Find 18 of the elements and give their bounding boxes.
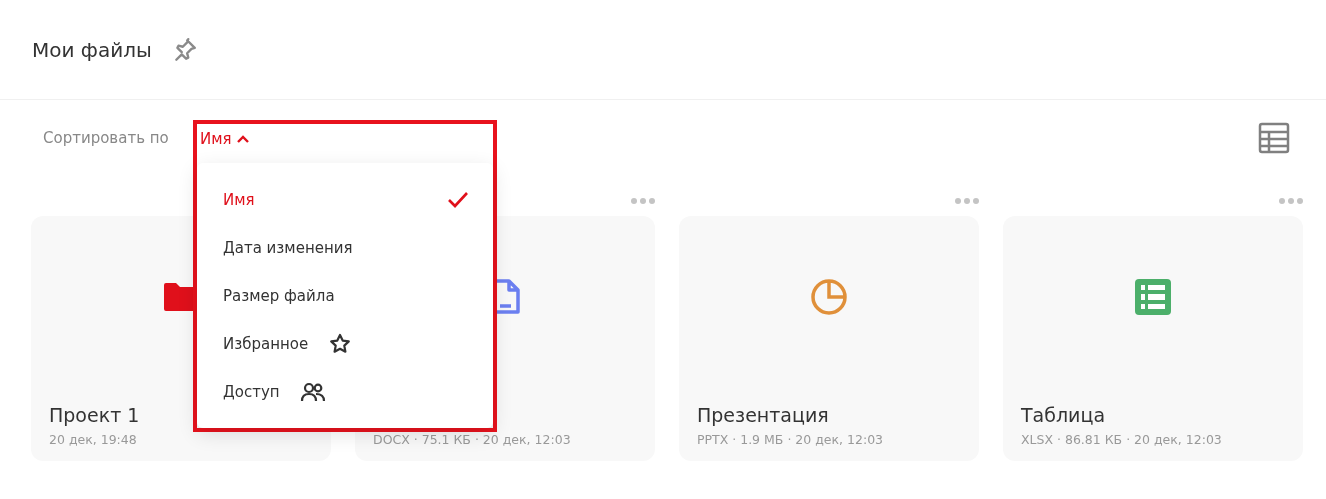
page-title: Мои файлы bbox=[32, 37, 152, 62]
table-view-icon[interactable] bbox=[1258, 122, 1290, 154]
file-card[interactable]: Презентация PPTX · 1.9 МБ · 20 дек, 12:03 bbox=[679, 216, 979, 461]
file-details: 20 дек, 19:48 bbox=[49, 432, 138, 447]
sort-label: Сортировать по bbox=[43, 129, 169, 147]
more-options-icon[interactable] bbox=[631, 198, 655, 204]
file-details: DOCX · 75.1 КБ · 20 дек, 12:03 bbox=[373, 432, 572, 447]
file-details: XLSX · 86.81 КБ · 20 дек, 12:03 bbox=[1021, 432, 1223, 447]
people-icon bbox=[299, 380, 326, 404]
check-icon bbox=[447, 191, 469, 209]
file-name: Таблица bbox=[1021, 404, 1107, 426]
file-name: Презентация bbox=[697, 404, 830, 426]
file-card[interactable]: Таблица XLSX · 86.81 КБ · 20 дек, 12:03 bbox=[1003, 216, 1303, 461]
more-options-icon[interactable] bbox=[1279, 198, 1303, 204]
file-details: PPTX · 1.9 МБ · 20 дек, 12:03 bbox=[697, 432, 885, 447]
star-icon bbox=[328, 332, 353, 356]
file-name: Проект 1 bbox=[49, 404, 141, 426]
more-options-icon[interactable] bbox=[955, 198, 979, 204]
